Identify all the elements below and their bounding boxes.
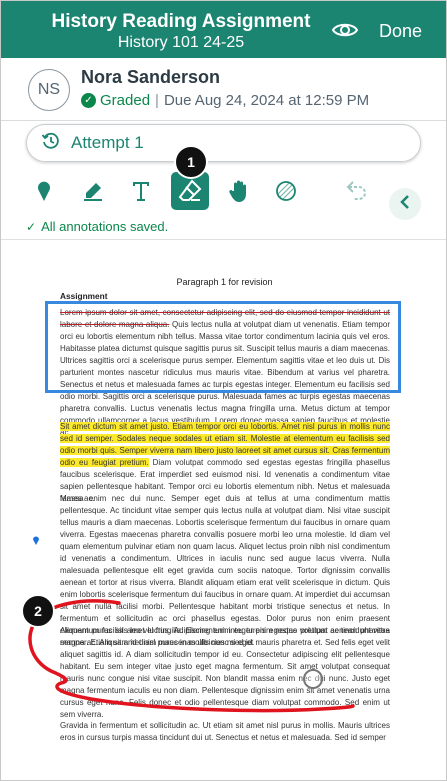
course-subtitle: History 101 24-25 <box>117 34 245 51</box>
student-name[interactable]: Nora Sanderson <box>81 67 220 88</box>
due-date: Due Aug 24, 2024 at 12:59 PM <box>163 92 370 109</box>
selection-box[interactable] <box>45 301 401 393</box>
eye-icon[interactable] <box>331 19 359 41</box>
hand-icon[interactable] <box>227 175 251 207</box>
save-status: ✓ All annotations saved. <box>26 219 168 234</box>
paragraph-5[interactable]: Gravida in fermentum et sollicitudin ac.… <box>60 720 390 744</box>
app-header: History Reading Assignment History 101 2… <box>1 1 446 58</box>
collapse-toolbar-button[interactable] <box>389 188 421 220</box>
divider <box>1 239 446 240</box>
document-heading: Assignment <box>60 291 108 301</box>
eraser-cursor <box>303 669 323 689</box>
graded-status: Graded <box>100 92 151 109</box>
undo-icon[interactable] <box>343 175 369 207</box>
check-circle-icon: ✓ <box>81 93 96 108</box>
paragraph-4[interactable]: Aliquam purus sit amet luctus. Adipiscin… <box>60 625 390 721</box>
pin-annotation-icon[interactable] <box>32 532 40 545</box>
speedgrader-annotation-view: History Reading Assignment History 101 2… <box>0 0 447 781</box>
attempt-label: Attempt 1 <box>71 133 144 152</box>
callout-badge-2: 2 <box>21 594 55 628</box>
done-button[interactable]: Done <box>379 21 422 42</box>
pin-icon[interactable] <box>34 175 54 207</box>
document-canvas[interactable]: Paragraph 1 for revision Assignment Lore… <box>1 241 446 780</box>
submission-status: ✓ Graded | Due Aug 24, 2024 at 12:59 PM <box>81 92 369 109</box>
strikeout-icon[interactable] <box>274 175 298 207</box>
save-status-text: All annotations saved. <box>41 219 169 234</box>
divider <box>1 120 446 121</box>
paragraph-text: Gravida in fermentum et sollicitudin ac.… <box>60 721 390 742</box>
divider: | <box>155 92 159 109</box>
chevron-left-icon <box>398 194 412 215</box>
text-icon[interactable] <box>129 175 153 207</box>
attempt-selector[interactable]: Attempt 1 <box>26 124 421 162</box>
callout-badge-1: 1 <box>174 145 208 179</box>
paragraph-text: Aliquam purus sit amet luctus. Adipiscin… <box>60 626 390 719</box>
page-title: Paragraph 1 for revision <box>176 277 273 287</box>
avatar[interactable]: NS <box>28 69 70 111</box>
history-icon <box>41 131 61 156</box>
assignment-title: History Reading Assignment <box>51 11 311 32</box>
highlighter-icon[interactable] <box>81 175 105 207</box>
checkmark-icon: ✓ <box>26 219 37 234</box>
